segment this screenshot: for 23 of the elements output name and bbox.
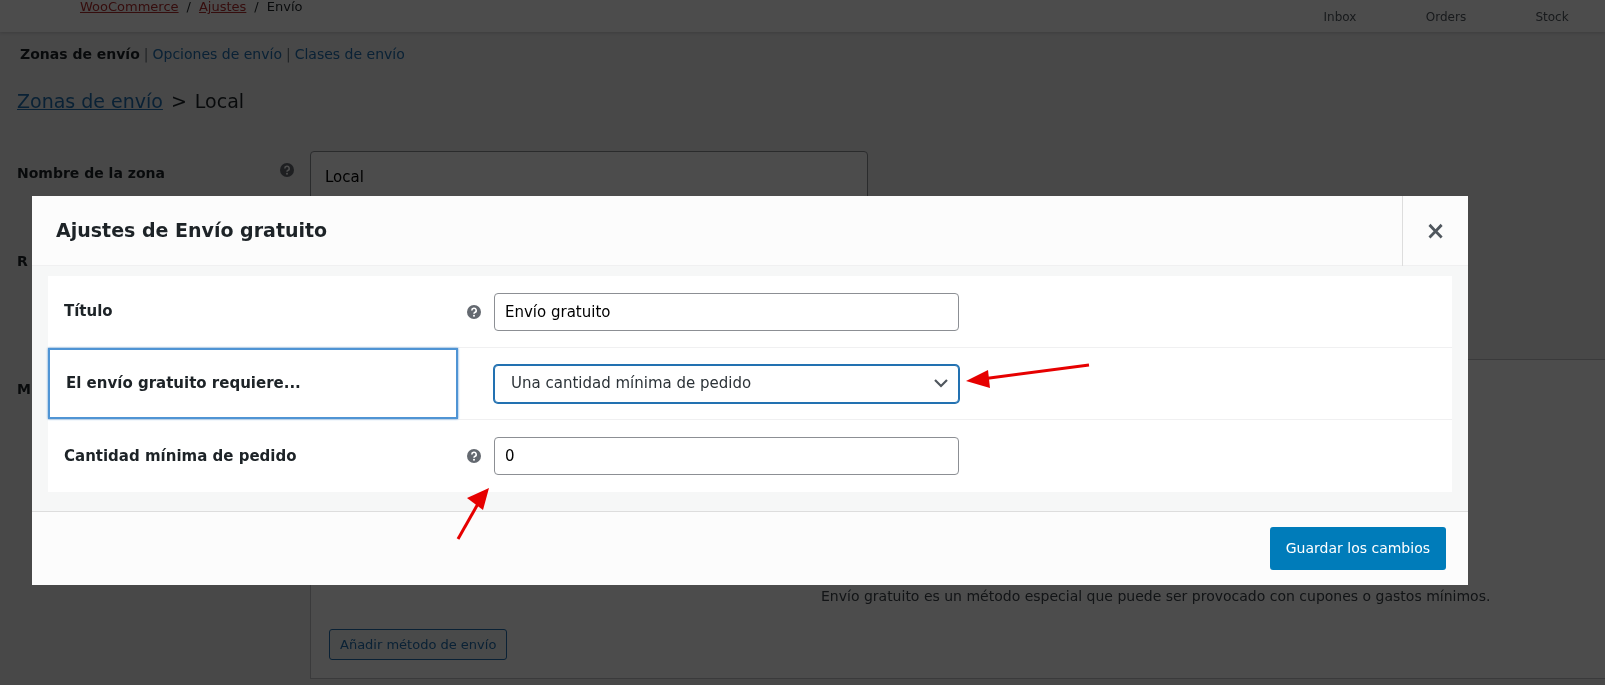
select-field[interactable]: Una cantidad mínima de pedido (494, 364, 959, 403)
subtab-link[interactable]: Opciones de envío (152, 44, 282, 65)
field-label: Nombre de la zona (17, 163, 165, 183)
field-label: Título (63, 301, 114, 323)
chevron-down-icon (934, 379, 948, 388)
heading-title: Local (194, 89, 245, 114)
text-field[interactable]: Envío gratuito (494, 292, 959, 331)
tab-separator: | (286, 45, 291, 65)
annotation-arrow (455, 486, 491, 542)
save-button[interactable]: Guardar los cambios (1269, 527, 1446, 570)
field-label: R (17, 251, 28, 271)
modal-title: Ajustes de Envío gratuito (56, 219, 329, 242)
text-field[interactable]: 0 (494, 437, 959, 475)
heading-separator: > (170, 89, 187, 114)
breadcrumb-current: Envío (266, 0, 303, 16)
close-button[interactable]: × (1402, 195, 1468, 266)
method-description: Envío gratuito es un método especial que puede ser provocado con cupones o gastos mínimos. (821, 586, 1492, 606)
field-label: Cantidad mínima de pedido (63, 445, 298, 467)
tab-separator: | (143, 45, 149, 65)
field-label: M (17, 379, 31, 399)
field-label: El envío gratuito requiere... (48, 348, 458, 419)
breadcrumb-separator: / (186, 0, 191, 16)
breadcrumb-separator: / (254, 0, 259, 16)
